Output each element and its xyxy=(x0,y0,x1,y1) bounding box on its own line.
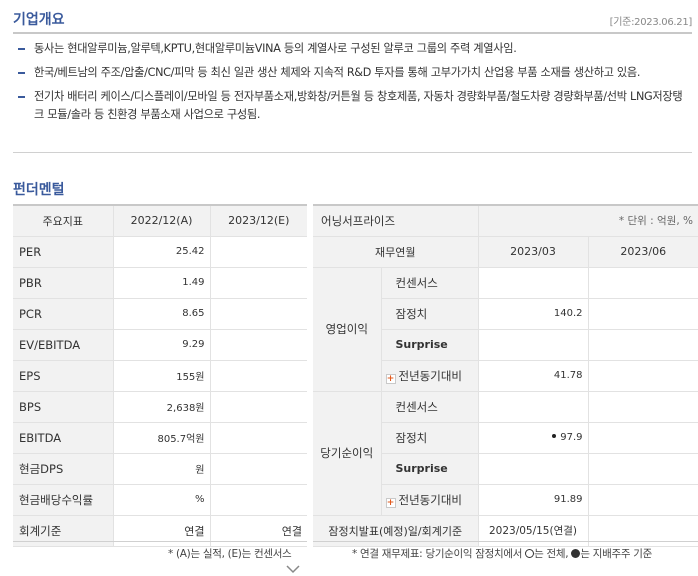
value-2023-03: 91.89 xyxy=(477,483,589,516)
column-header: 2023/03 xyxy=(477,235,589,268)
value-2023-03: 140.2 xyxy=(477,297,589,330)
table-header-row: 재무연월 2023/03 2023/06 xyxy=(313,235,698,268)
dash-icon xyxy=(18,48,25,50)
value-2022: 9.29 xyxy=(113,328,211,361)
value-2023 xyxy=(210,297,307,330)
value-2023-06 xyxy=(587,297,698,330)
value-2023-03: 41.78 xyxy=(477,359,589,392)
value-2023 xyxy=(210,328,307,361)
overview-item: 동사는 현대알루미늄,알루텍,KPTU,현대알루미늄VINA 등의 계열사로 구… xyxy=(18,40,688,58)
fundamental-footnote: * (A)는 실적, (E)는 컨센서스 xyxy=(168,548,292,560)
row-label: 컨센서스 xyxy=(380,390,479,423)
value-2022: % xyxy=(113,483,211,516)
value-2022: 25.42 xyxy=(113,235,211,268)
table-row: EBITDA 805.7억원 xyxy=(13,421,307,454)
value-2023-06 xyxy=(587,452,698,485)
consolidated-dot-icon xyxy=(552,434,557,438)
table-row: PER 25.42 xyxy=(13,235,307,268)
value-2023-03 xyxy=(477,390,589,423)
row-label: Surprise xyxy=(381,452,479,485)
row-label: Surprise xyxy=(381,328,479,361)
row-label: 잠정치 xyxy=(381,421,479,454)
dash-icon xyxy=(18,96,25,98)
column-header: 2023/06 xyxy=(587,235,698,268)
earnings-footnote: * 연결 재무제표: 당기순이익 잠정치에서 는 전체, 는 지배주주 기준 xyxy=(352,548,652,560)
unit-note: * 단위 : 억원, % xyxy=(477,204,698,237)
base-date: [기준:2023.06.21] xyxy=(609,17,693,28)
row-label: EBITDA xyxy=(13,421,114,454)
value-2023-06 xyxy=(587,266,698,299)
value-2023-06 xyxy=(587,359,698,392)
overview-item: 한국/베트남의 주조/압출/CNC/피막 등 최신 일관 생산 체제와 지속적 … xyxy=(18,64,688,82)
value-2022: 805.7억원 xyxy=(113,421,211,454)
fund-bottom-divider xyxy=(13,541,307,542)
row-label: 잠정치 xyxy=(381,297,479,330)
group-label: 영업이익 xyxy=(313,266,382,392)
row-label: 컨센서스 xyxy=(380,266,479,299)
row-label: PBR xyxy=(13,266,114,299)
overview-divider xyxy=(13,32,692,34)
table-row: 영업이익 컨센서스 xyxy=(313,266,698,392)
fundamental-title: 펀더멘털 xyxy=(13,182,65,198)
circle-filled-icon xyxy=(571,549,581,558)
table-row: 현금배당수익률% xyxy=(13,483,307,516)
row-label[interactable]: + 전년동기대비 xyxy=(381,359,479,392)
value-2023 xyxy=(210,483,307,516)
earnings-title-row: 어닝서프라이즈 * 단위 : 억원, % xyxy=(313,204,698,237)
fundamental-table: 주요지표 2022/12(A) 2023/12(E) PER 25.42 PBR 1.… xyxy=(13,204,307,547)
column-header: 2022/12(A) xyxy=(113,204,211,237)
value-2023-06 xyxy=(587,483,698,516)
value-2022: 2,638원 xyxy=(113,390,211,423)
circle-outline-icon xyxy=(525,549,535,558)
row-label: BPS xyxy=(13,390,114,423)
value-2022: 원 xyxy=(113,452,211,485)
value-2023 xyxy=(210,452,307,485)
overview-bottom-divider xyxy=(13,152,692,153)
value-2023-03 xyxy=(477,452,589,485)
value-2023-03 xyxy=(477,266,589,299)
expand-plus-icon[interactable]: + xyxy=(385,497,396,508)
value-2023 xyxy=(210,390,307,423)
overview-item: 전기차 배터리 케이스/디스플레이/모바일 등 전자부품소재,방화창/커튼월 등… xyxy=(18,88,688,124)
value-2022: 155원 xyxy=(113,359,211,392)
overview-title: 기업개요 xyxy=(13,12,65,28)
value-2022: 1.49 xyxy=(113,266,211,299)
column-header: 주요지표 xyxy=(13,204,114,237)
chevron-down-icon[interactable] xyxy=(286,563,300,576)
value-2023 xyxy=(210,235,307,268)
row-label: PCR xyxy=(13,297,114,330)
group-label: 당기순이익 xyxy=(313,390,382,516)
table-row: PCR 8.65 xyxy=(13,297,307,330)
table-row: BPS 2,638원 xyxy=(13,390,307,423)
earn-bottom-divider xyxy=(313,541,698,542)
row-label: 현금DPS xyxy=(13,452,114,485)
row-label: 현금배당수익률 xyxy=(13,483,114,516)
dash-icon xyxy=(18,72,25,74)
overview-list: 동사는 현대알루미늄,알루텍,KPTU,현대알루미늄VINA 등의 계열사로 구… xyxy=(18,40,688,130)
column-header: 2023/12(E) xyxy=(210,204,307,237)
value-2023-06 xyxy=(587,421,698,454)
value-2023-03: 97.9 xyxy=(477,421,589,454)
table-row: 현금DPS 원 xyxy=(13,452,307,485)
table-header-row: 주요지표 2022/12(A) 2023/12(E) xyxy=(13,204,307,237)
value-2022: 8.65 xyxy=(113,297,211,330)
value-2023-03 xyxy=(477,328,589,361)
earnings-table: 어닝서프라이즈 * 단위 : 억원, % 재무연월 2023/03 2023/0… xyxy=(313,204,698,547)
table-row: 당기순이익 컨센서스 xyxy=(313,390,698,516)
table-row: PBR 1.49 xyxy=(13,266,307,299)
table-row: EV/EBITDA 9.29 xyxy=(13,328,307,361)
value-2023-06 xyxy=(587,328,698,361)
value-2023-06 xyxy=(587,390,698,423)
row-label: EV/EBITDA xyxy=(13,328,114,361)
value-2023 xyxy=(210,266,307,299)
row-label: PER xyxy=(13,235,114,268)
row-label: EPS xyxy=(13,359,114,392)
column-header: 재무연월 xyxy=(313,235,479,268)
earnings-title: 어닝서프라이즈 xyxy=(313,204,479,237)
table-row: EPS 155원 xyxy=(13,359,307,392)
expand-plus-icon[interactable]: + xyxy=(385,373,396,384)
value-2023 xyxy=(210,421,307,454)
value-2023 xyxy=(210,359,307,392)
row-label[interactable]: + 전년동기대비 xyxy=(381,483,479,516)
